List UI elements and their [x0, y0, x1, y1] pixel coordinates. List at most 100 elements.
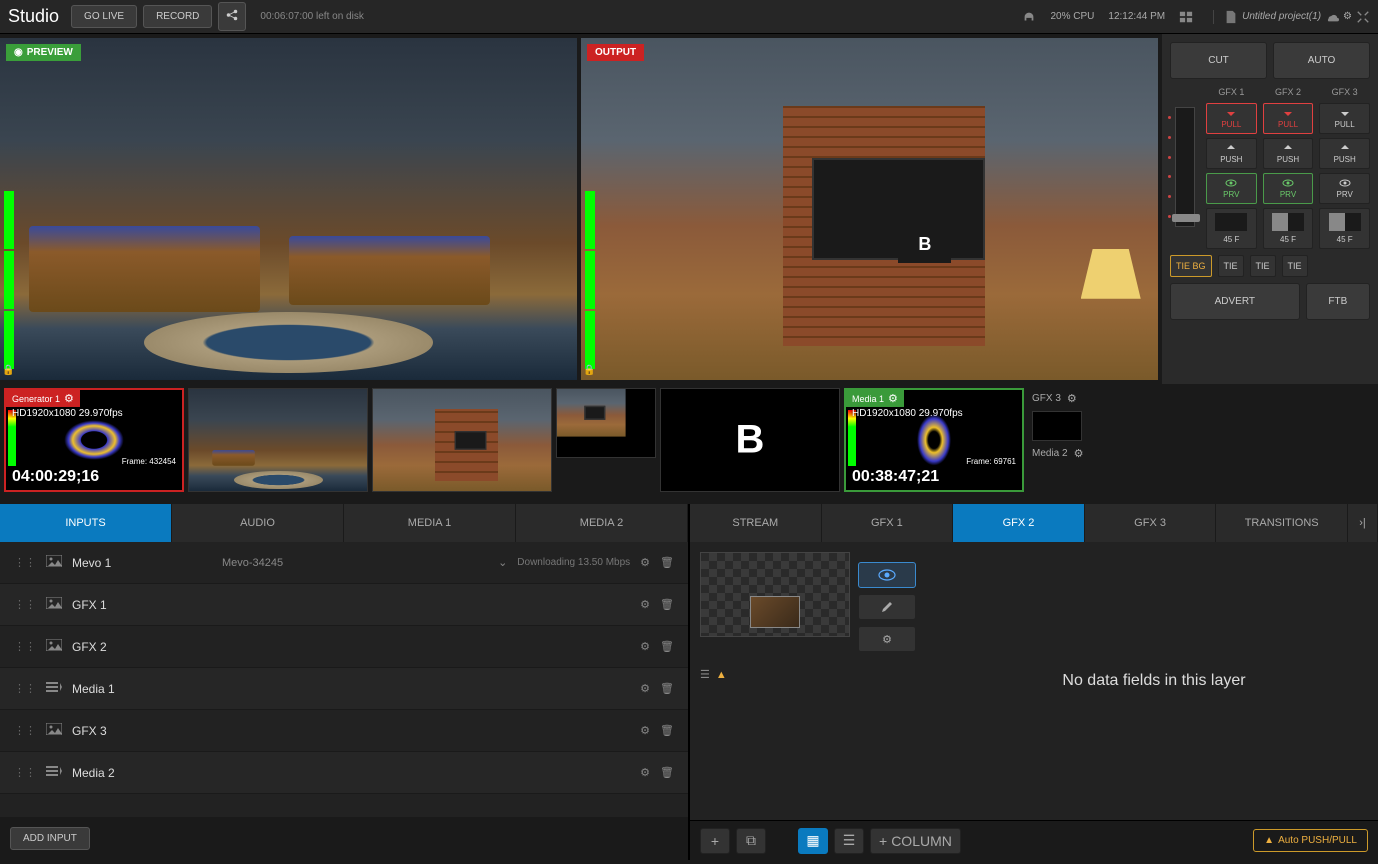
tab-media-1[interactable]: MEDIA 1 [344, 504, 516, 542]
settings-icon[interactable]: ⚙ [1343, 11, 1352, 22]
input-row[interactable]: ⋮⋮ Media 2 ⚙ 🗑 [0, 752, 688, 794]
tab-stream[interactable]: STREAM [690, 504, 822, 542]
gfx-visibility-button[interactable] [858, 562, 916, 588]
input-row[interactable]: ⋮⋮ GFX 1 ⚙ 🗑 [0, 584, 688, 626]
source-cam-2[interactable]: CAM 2⚙ [372, 388, 552, 492]
input-row[interactable]: ⋮⋮ Mevo 1 Mevo-34245 ⌄ Downloading 13.50… [0, 542, 688, 584]
gfx-no-data-message: No data fields in this layer [930, 542, 1378, 820]
input-delete-button[interactable]: 🗑 [660, 766, 674, 779]
project-name[interactable]: Untitled project(1) [1242, 11, 1321, 22]
tab-gfx-2[interactable]: GFX 2 [953, 504, 1085, 542]
chevron-down-icon[interactable]: ⌄ [498, 556, 507, 569]
source-media-2-mini[interactable]: Media 2⚙ [1032, 447, 1083, 460]
input-delete-button[interactable]: 🗑 [660, 640, 674, 653]
input-name: Media 2 [72, 766, 212, 780]
auto-push-pull-button[interactable]: ▲ Auto PUSH/PULL [1253, 829, 1368, 852]
output-monitor[interactable]: OUTPUT B 🔒 [581, 38, 1158, 380]
tie-1-button[interactable]: TIE [1218, 255, 1244, 277]
source-generator-1[interactable]: Generator 1⚙ HD1920x1080 29.970fps Frame… [4, 388, 184, 492]
source-media-1[interactable]: Media 1⚙ HD1920x1080 29.970fps Frame: 69… [844, 388, 1024, 492]
cloud-icon[interactable] [1325, 10, 1339, 24]
drag-handle-icon[interactable]: ⋮⋮ [14, 556, 36, 569]
headphones-icon[interactable] [1022, 10, 1036, 24]
tab-audio[interactable]: AUDIO [172, 504, 344, 542]
add-column-button[interactable]: + COLUMN [870, 828, 961, 854]
tie-2-button[interactable]: TIE [1250, 255, 1276, 277]
gfx-edit-button[interactable] [858, 594, 916, 620]
gfx3-pull-button[interactable]: PULL [1319, 103, 1370, 134]
input-settings-button[interactable]: ⚙ [640, 724, 650, 737]
source-gfx-1[interactable]: GFX 1⚙ [556, 388, 656, 458]
gfx1-push-button[interactable]: PUSH [1206, 138, 1257, 169]
cpu-status: 20% CPU [1050, 11, 1094, 22]
source-b-slate[interactable]: B [660, 388, 840, 492]
input-row[interactable]: ⋮⋮ GFX 2 ⚙ 🗑 [0, 626, 688, 668]
add-layer-button[interactable]: + [700, 828, 730, 854]
gfx2-push-button[interactable]: PUSH [1263, 138, 1314, 169]
gfx-layer-thumbnail[interactable] [700, 552, 850, 637]
drag-handle-icon[interactable]: ⋮⋮ [14, 598, 36, 611]
t-bar[interactable] [1175, 107, 1195, 227]
input-row[interactable]: ⋮⋮ GFX 3 ⚙ 🗑 [0, 710, 688, 752]
lock-icon[interactable]: 🔒 [583, 365, 595, 376]
input-delete-button[interactable]: 🗑 [660, 682, 674, 695]
gfx2-mix-button[interactable]: 45 F [1263, 208, 1314, 249]
input-row[interactable]: ⋮⋮ Media 1 ⚙ 🗑 [0, 668, 688, 710]
input-settings-button[interactable]: ⚙ [640, 556, 650, 569]
tie-3-button[interactable]: TIE [1282, 255, 1308, 277]
gear-icon[interactable]: ⚙ [888, 392, 898, 405]
ftb-button[interactable]: FTB [1306, 283, 1370, 320]
tab-expand[interactable]: ›| [1348, 504, 1378, 542]
gfx1-prv-button[interactable]: PRV [1206, 173, 1257, 204]
share-button[interactable] [218, 2, 246, 31]
drag-handle-icon[interactable]: ⋮⋮ [14, 640, 36, 653]
input-settings-button[interactable]: ⚙ [640, 598, 650, 611]
tab-gfx-1[interactable]: GFX 1 [822, 504, 954, 542]
gfx2-prv-button[interactable]: PRV [1263, 173, 1314, 204]
gfx-settings-button[interactable]: ⚙ [858, 626, 916, 652]
go-live-button[interactable]: GO LIVE [71, 5, 137, 28]
tab-media-2[interactable]: MEDIA 2 [516, 504, 688, 542]
tab-inputs[interactable]: INPUTS [0, 504, 172, 542]
add-input-button[interactable]: ADD INPUT [10, 827, 90, 850]
lock-icon[interactable]: 🔒 [2, 365, 14, 376]
input-delete-button[interactable]: 🗑 [660, 598, 674, 611]
gfx1-mix-button[interactable]: 45 F [1206, 208, 1257, 249]
preview-monitor[interactable]: ◉PREVIEW 🔒 [0, 38, 577, 380]
grid-view-button[interactable]: ▦ [798, 828, 828, 854]
collapse-icon[interactable] [1356, 10, 1370, 24]
auto-button[interactable]: AUTO [1273, 42, 1370, 79]
drag-handle-icon[interactable]: ⋮⋮ [14, 766, 36, 779]
drag-handle-icon[interactable]: ⋮⋮ [14, 682, 36, 695]
gfx3-push-button[interactable]: PUSH [1319, 138, 1370, 169]
advert-button[interactable]: ADVERT [1170, 283, 1300, 320]
input-settings-button[interactable]: ⚙ [640, 682, 650, 695]
layout-icon[interactable] [1179, 10, 1193, 24]
record-button[interactable]: RECORD [143, 5, 212, 28]
input-delete-button[interactable]: 🗑 [660, 724, 674, 737]
gfx1-pull-button[interactable]: PULL [1206, 103, 1257, 134]
input-type-icon [46, 681, 62, 696]
list-view-button[interactable]: ☰ [834, 828, 864, 854]
gfx2-pull-button[interactable]: PULL [1263, 103, 1314, 134]
gfx3-mix-button[interactable]: 45 F [1319, 208, 1370, 249]
input-settings-button[interactable]: ⚙ [640, 640, 650, 653]
disk-info: 00:06:07:00 left on disk [260, 11, 363, 22]
input-name: Media 1 [72, 682, 212, 696]
source-gfx-3-mini[interactable]: GFX 3⚙ [1032, 392, 1083, 405]
drag-handle-icon[interactable]: ⋮⋮ [14, 724, 36, 737]
input-settings-button[interactable]: ⚙ [640, 766, 650, 779]
up-arrow-icon[interactable]: ▲ [716, 669, 727, 681]
cut-button[interactable]: CUT [1170, 42, 1267, 79]
source-cam-1[interactable]: CAM 1⚙ [188, 388, 368, 492]
input-delete-button[interactable]: 🗑 [660, 556, 674, 569]
tie-bg-button[interactable]: TIE BG [1170, 255, 1212, 277]
top-right-status: 20% CPU 12:12:44 PM Untitled project(1) … [1022, 10, 1370, 24]
gear-icon[interactable]: ⚙ [64, 392, 74, 405]
gfx3-prv-button[interactable]: PRV [1319, 173, 1370, 204]
control-panel: CUT AUTO GFX 1 PULL PUSH PRV 45 F GFX 2 … [1162, 34, 1378, 384]
tab-gfx-3[interactable]: GFX 3 [1085, 504, 1217, 542]
list-icon[interactable]: ☰ [700, 668, 710, 681]
duplicate-layer-button[interactable]: ⧉ [736, 828, 766, 854]
tab-transitions[interactable]: TRANSITIONS [1216, 504, 1348, 542]
